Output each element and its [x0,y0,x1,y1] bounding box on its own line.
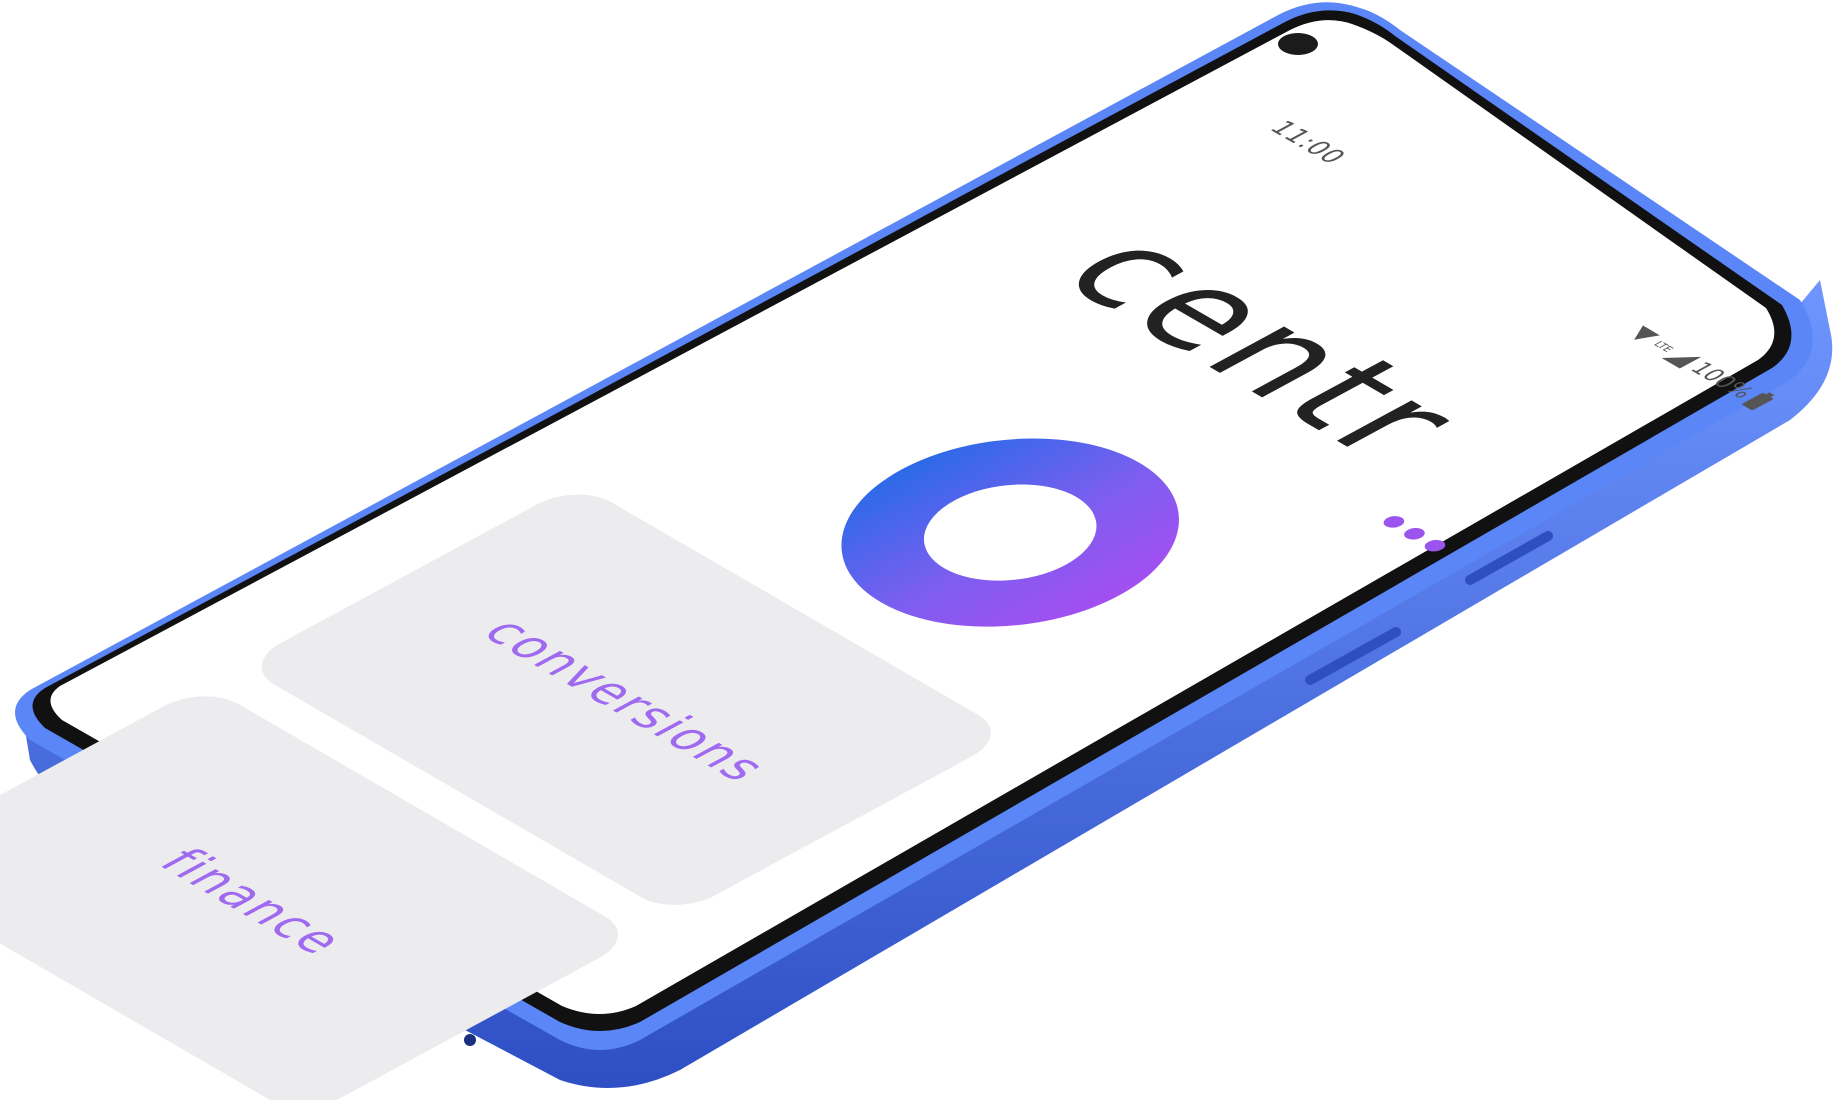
ring-hole [888,464,1132,601]
status-icons: LTE 100% [1622,323,1776,411]
more-dots-icon[interactable] [1373,510,1456,557]
phone-mockup: 11:00 LTE 100% centr conversions finance [0,0,1842,1100]
menu-dot [1420,537,1450,554]
app-title: centr [1023,209,1505,483]
tile-label-conversions: conversions [469,609,783,790]
battery-label: 100% [1683,358,1761,403]
menu-dot [1379,513,1409,531]
menu-dot [1399,525,1429,542]
ring-logo [772,399,1248,666]
tile-label-finance: finance [146,840,361,963]
status-time: 11:00 [1262,116,1354,169]
wifi-icon [1626,325,1661,345]
